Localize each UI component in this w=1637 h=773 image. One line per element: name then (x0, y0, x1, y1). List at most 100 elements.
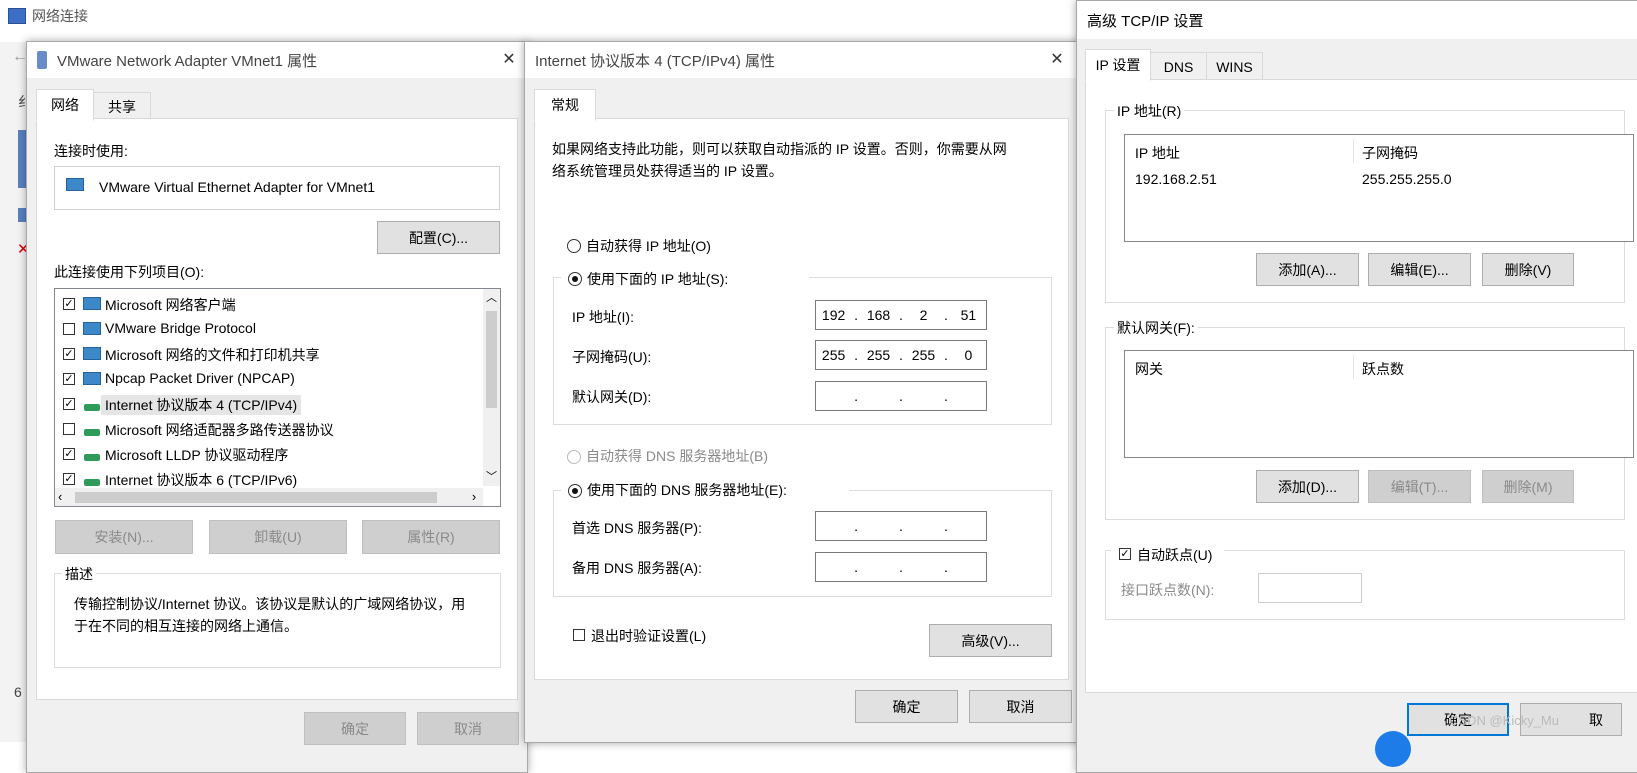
auto-dns-radio[interactable] (567, 450, 581, 464)
tab-sharing[interactable]: 共享 (93, 92, 151, 121)
gateway-delete-button[interactable]: 删除(M) (1482, 470, 1574, 503)
gateway-field[interactable]: . . . (815, 381, 987, 411)
background-window-titlebar: 网络连接 (8, 6, 88, 26)
tab-network[interactable]: 网络 (36, 89, 94, 121)
protocol-icon (84, 454, 100, 461)
ip-octet: 255 (911, 347, 936, 363)
ip-table-cell-ip[interactable]: 192.168.2.51 (1135, 171, 1217, 187)
ip-octet: 255 (821, 347, 846, 363)
ip-address-label: IP 地址(I): (572, 309, 634, 325)
advanced-button[interactable]: 高级(V)... (929, 624, 1052, 657)
item-checkbox[interactable]: ✓ (63, 373, 75, 385)
manual-dns-radio[interactable] (568, 484, 582, 498)
protocol-icon (84, 429, 100, 436)
ip-octet: 0 (964, 347, 973, 363)
ok-button[interactable]: 确定 (855, 690, 958, 723)
gateway-table[interactable]: 网关 跃点数 (1124, 350, 1634, 458)
item-label: Npcap Packet Driver (NPCAP) (105, 370, 295, 386)
validate-on-exit-checkbox[interactable] (573, 629, 585, 641)
list-item[interactable]: Microsoft 网络适配器多路传送器协议 (58, 418, 468, 440)
ip-address-group-title: IP 地址(R) (1114, 101, 1185, 121)
tab-general[interactable]: 常规 (534, 89, 596, 121)
cancel-button[interactable]: 取消 (417, 712, 519, 745)
manual-ip-radio[interactable] (568, 272, 582, 286)
manual-ip-label: 使用下面的 IP 地址(S): (587, 271, 729, 287)
ip-dot: . (899, 388, 903, 404)
tab-dns[interactable]: DNS (1150, 52, 1207, 81)
cancel-button[interactable]: 取消 (969, 690, 1072, 723)
advanced-dialog-title: 高级 TCP/IP 设置 (1087, 12, 1204, 30)
manual-ip-option: 使用下面的 IP 地址(S): (561, 264, 809, 288)
scrollbar-thumb[interactable] (486, 311, 497, 408)
tab-wins[interactable]: WINS (1206, 52, 1263, 81)
description-text-line2: 于在不同的相互连接的网络上通信。 (74, 618, 298, 634)
item-checkbox[interactable]: ✓ (63, 448, 75, 460)
ip-dot: . (943, 347, 948, 363)
gateway-label: 默认网关(D): (572, 389, 652, 405)
item-checkbox[interactable]: ✓ (63, 298, 75, 310)
ipv4-dialog-title: Internet 协议版本 4 (TCP/IPv4) 属性 (535, 52, 776, 70)
ip-table-header-ip[interactable]: IP 地址 (1135, 143, 1180, 163)
ip-octet: 2 (919, 307, 928, 323)
hscrollbar-thumb[interactable] (75, 492, 437, 503)
ip-dot: . (899, 559, 903, 575)
configure-button[interactable]: 配置(C)... (377, 221, 500, 254)
list-item[interactable]: ✓ Microsoft LLDP 协议驱动程序 (58, 443, 468, 465)
install-button[interactable]: 安装(N)... (55, 520, 193, 554)
item-label: Microsoft 网络客户端 (105, 297, 236, 313)
adapter-name: VMware Virtual Ethernet Adapter for VMne… (99, 179, 375, 195)
close-icon[interactable]: ✕ (1047, 50, 1067, 70)
ip-dot: . (943, 518, 948, 534)
scroll-left-icon[interactable]: ‹ (58, 488, 72, 506)
scroll-up-icon[interactable]: ︿ (483, 289, 500, 306)
auto-metric-checkbox[interactable]: ✓ (1119, 548, 1131, 560)
ok-button[interactable]: 确定 (304, 712, 406, 745)
item-checkbox[interactable]: ✓ (63, 473, 75, 485)
alternate-dns-field[interactable]: . . . (815, 552, 987, 582)
background-partial-number: 6 (14, 684, 22, 700)
ip-dot: . (854, 559, 858, 575)
gateway-table-header-metric[interactable]: 跃点数 (1362, 359, 1404, 379)
list-item[interactable]: ✓ Microsoft 网络客户端 (58, 293, 468, 315)
ip-table-header-mask[interactable]: 子网掩码 (1362, 143, 1418, 163)
vertical-scrollbar[interactable]: ︿ ﹀ (483, 289, 500, 486)
auto-ip-radio[interactable] (567, 239, 581, 253)
items-listbox[interactable]: ✓ Microsoft 网络客户端 VMware Bridge Protocol ✓ M… (54, 288, 501, 507)
list-item[interactable]: ✓ Npcap Packet Driver (NPCAP) (58, 368, 468, 390)
auto-metric-label: 自动跃点(U) (1137, 547, 1213, 563)
item-properties-button[interactable]: 属性(R) (362, 520, 500, 554)
item-checkbox[interactable]: ✓ (63, 348, 75, 360)
list-item[interactable]: VMware Bridge Protocol (58, 318, 468, 340)
scroll-right-icon[interactable]: › (467, 488, 481, 506)
alternate-dns-label: 备用 DNS 服务器(A): (572, 560, 702, 576)
item-checkbox[interactable] (63, 423, 75, 435)
horizontal-scrollbar[interactable]: ‹ › (55, 488, 483, 506)
ip-address-field[interactable]: 192. 168. 2. 51 (815, 300, 987, 330)
item-checkbox[interactable]: ✓ (63, 398, 75, 410)
tab-ip-settings[interactable]: IP 设置 (1085, 49, 1151, 81)
item-label: Microsoft 网络适配器多路传送器协议 (105, 422, 334, 438)
list-item[interactable]: ✓ Microsoft 网络的文件和打印机共享 (58, 343, 468, 365)
close-icon[interactable]: ✕ (499, 50, 519, 70)
interface-metric-input[interactable] (1258, 573, 1362, 603)
ip-dot: . (943, 307, 948, 323)
item-label: Internet 协议版本 6 (TCP/IPv6) (105, 472, 298, 488)
ip-table-cell-mask[interactable]: 255.255.255.0 (1362, 171, 1452, 187)
floating-action-icon[interactable] (1375, 731, 1411, 767)
list-item[interactable]: ✓ Internet 协议版本 4 (TCP/IPv4) (58, 393, 468, 415)
ip-add-button[interactable]: 添加(A)... (1256, 253, 1359, 286)
gateway-add-button[interactable]: 添加(D)... (1256, 470, 1359, 503)
gateway-table-header-gateway[interactable]: 网关 (1135, 359, 1163, 379)
subnet-mask-field[interactable]: 255. 255. 255. 0 (815, 340, 987, 370)
list-item[interactable]: ✓ Internet 协议版本 6 (TCP/IPv6) (58, 468, 468, 490)
uninstall-button[interactable]: 卸载(U) (209, 520, 347, 554)
description-text-line1: 传输控制协议/Internet 协议。该协议是默认的广域网络协议，用 (74, 596, 466, 612)
ip-delete-button[interactable]: 删除(V) (1482, 253, 1574, 286)
ip-address-table[interactable]: IP 地址 子网掩码 192.168.2.51 255.255.255.0 (1124, 134, 1634, 242)
item-checkbox[interactable] (63, 323, 75, 335)
scroll-down-icon[interactable]: ﹀ (483, 469, 500, 486)
ip-edit-button[interactable]: 编辑(E)... (1368, 253, 1471, 286)
gateway-edit-button[interactable]: 编辑(T)... (1368, 470, 1471, 503)
network-connections-icon (8, 8, 26, 24)
preferred-dns-field[interactable]: . . . (815, 511, 987, 541)
